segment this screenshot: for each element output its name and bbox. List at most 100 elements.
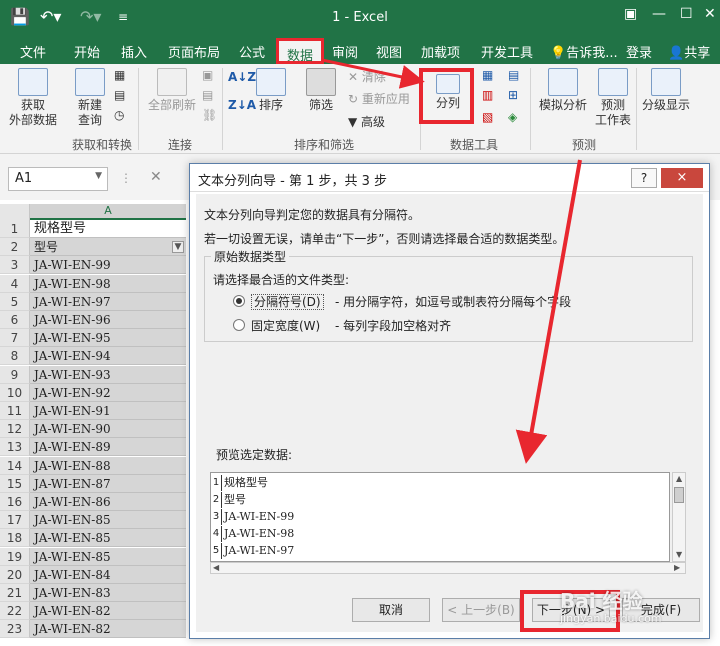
cell-a[interactable]: JA-WI-EN-83 — [30, 584, 186, 602]
cell-a[interactable]: JA-WI-EN-85 — [30, 547, 186, 566]
cell-a[interactable]: JA-WI-EN-95 — [30, 329, 186, 348]
row-number[interactable]: 13 — [0, 438, 30, 457]
row-number[interactable]: 1 — [0, 220, 30, 238]
preview-horizontal-scrollbar[interactable]: ◀ ▶ — [210, 562, 686, 574]
column-header-a[interactable]: A — [30, 204, 186, 220]
preview-vertical-scrollbar[interactable]: ▲ ▼ — [672, 472, 686, 562]
delimited-label[interactable]: 分隔符号(D) — [251, 293, 324, 310]
cell-a[interactable]: JA-WI-EN-85 — [30, 511, 186, 530]
row-number[interactable]: 16 — [0, 493, 30, 511]
row-number[interactable]: 15 — [0, 474, 30, 493]
data-validation-icon[interactable]: ▧ — [482, 110, 493, 124]
tab-view[interactable]: 视图 — [376, 42, 402, 61]
recent-sources-icon[interactable]: ◷ — [114, 108, 124, 122]
manage-data-model-icon[interactable]: ◈ — [508, 110, 517, 124]
ribbon-options-icon[interactable]: ▣ — [624, 6, 637, 22]
close-icon[interactable]: × — [661, 168, 703, 188]
cell-a[interactable]: JA-WI-EN-97 — [30, 292, 186, 311]
tab-home[interactable]: 开始 — [74, 42, 100, 61]
tab-developer[interactable]: 开发工具 — [481, 42, 533, 61]
radio-fixed-width[interactable] — [233, 319, 245, 331]
cell-a[interactable]: JA-WI-EN-94 — [30, 347, 186, 366]
row-number[interactable]: 11 — [0, 402, 30, 420]
row-number[interactable]: 6 — [0, 311, 30, 329]
cell-a[interactable]: JA-WI-EN-90 — [30, 420, 186, 439]
connections-icon[interactable]: ▣ — [202, 68, 213, 82]
x-icon[interactable]: ✕ — [150, 169, 162, 185]
preview-pane[interactable]: 1 规格型号 2 型号 3 JA-WI-EN-99 4 JA-WI-EN-98 5 JA-WI-E… — [210, 472, 670, 562]
fixed-width-label[interactable]: 固定宽度(W) — [251, 317, 320, 334]
outline-button[interactable]: 分级显示 — [638, 68, 694, 113]
tab-file[interactable]: 文件 — [20, 42, 46, 61]
remove-duplicates-icon[interactable]: ▥ — [482, 88, 493, 102]
properties-icon[interactable]: ▤ — [202, 88, 213, 102]
select-all-corner[interactable] — [0, 204, 30, 220]
row-number[interactable]: 18 — [0, 529, 30, 548]
tab-page-layout[interactable]: 页面布局 — [168, 42, 220, 61]
tab-insert[interactable]: 插入 — [121, 42, 147, 61]
row-number[interactable]: 10 — [0, 383, 30, 402]
reapply-button[interactable]: ↻ 重新应用 — [348, 90, 410, 107]
row-number[interactable]: 4 — [0, 274, 30, 293]
row-number[interactable]: 19 — [0, 547, 30, 566]
close-window-icon[interactable]: ✕ — [704, 6, 716, 22]
row-number[interactable]: 20 — [0, 565, 30, 584]
cell-a[interactable]: JA-WI-EN-85 — [30, 529, 186, 548]
clear-filter-button[interactable]: ✕ 清除 — [348, 68, 386, 85]
consolidate-icon[interactable]: ▤ — [508, 68, 519, 82]
new-query-button[interactable]: 新建 查询 — [68, 68, 112, 128]
cell-a[interactable]: JA-WI-EN-92 — [30, 383, 186, 402]
cell-a[interactable]: JA-WI-EN-96 — [30, 311, 186, 329]
scroll-right-icon[interactable]: ▶ — [674, 563, 680, 572]
edit-links-icon[interactable]: ⛓ — [202, 108, 217, 122]
show-queries-icon[interactable]: ▦ — [114, 68, 125, 82]
flash-fill-icon[interactable]: ▦ — [482, 68, 493, 82]
row-number[interactable]: 2 — [0, 238, 30, 257]
row-number[interactable]: 14 — [0, 456, 30, 475]
scroll-left-icon[interactable]: ◀ — [213, 563, 219, 572]
radio-delimited[interactable] — [233, 295, 245, 307]
row-number[interactable]: 5 — [0, 292, 30, 311]
sort-za-icon[interactable]: Z↓A — [228, 98, 256, 112]
cell-a[interactable]: JA-WI-EN-91 — [30, 402, 186, 420]
relationships-icon[interactable]: ⊞ — [508, 88, 518, 102]
name-box[interactable]: A1 ▼ — [8, 167, 108, 191]
cell-a[interactable]: 型号 — [30, 238, 186, 257]
cell-a[interactable]: JA-WI-EN-84 — [30, 565, 186, 584]
row-number[interactable]: 21 — [0, 584, 30, 602]
cell-a[interactable]: JA-WI-EN-87 — [30, 474, 186, 493]
tell-me-box[interactable]: 💡告诉我... — [550, 42, 618, 61]
get-external-data-button[interactable]: 获取 外部数据 — [4, 68, 62, 128]
row-number[interactable]: 22 — [0, 602, 30, 621]
tab-addins[interactable]: 加载项 — [421, 42, 460, 61]
scroll-down-icon[interactable]: ▼ — [676, 550, 682, 559]
sort-button[interactable]: 排序 — [254, 68, 288, 113]
cell-a[interactable]: JA-WI-EN-93 — [30, 365, 186, 384]
cell-a[interactable]: JA-WI-EN-86 — [30, 493, 186, 511]
row-number[interactable]: 7 — [0, 329, 30, 348]
row-number[interactable]: 12 — [0, 420, 30, 439]
login-link[interactable]: 登录 — [626, 42, 652, 61]
sort-az-icon[interactable]: A↓Z — [228, 70, 256, 84]
advanced-filter-button[interactable]: ▼ 高级 — [348, 113, 385, 130]
from-table-icon[interactable]: ▤ — [114, 88, 125, 102]
filter-button[interactable]: 筛选 — [300, 68, 342, 113]
help-icon[interactable]: ? — [631, 168, 657, 188]
cell-a[interactable]: JA-WI-EN-89 — [30, 438, 186, 457]
row-number[interactable]: 9 — [0, 365, 30, 384]
cell-a[interactable]: JA-WI-EN-99 — [30, 256, 186, 275]
cell-a[interactable]: 规格型号 — [30, 220, 186, 238]
tab-formulas[interactable]: 公式 — [239, 42, 265, 61]
chevron-down-icon[interactable]: ▼ — [95, 171, 102, 181]
cell-a[interactable]: JA-WI-EN-98 — [30, 274, 186, 293]
forecast-sheet-button[interactable]: 预测 工作表 — [592, 68, 634, 128]
scroll-thumb[interactable] — [674, 487, 684, 503]
tab-review[interactable]: 审阅 — [332, 42, 358, 61]
row-number[interactable]: 8 — [0, 347, 30, 366]
filter-dropdown-icon[interactable]: ▼ — [172, 241, 184, 254]
cancel-button[interactable]: 取消 — [352, 598, 430, 622]
tab-data[interactable]: 数据 — [276, 38, 325, 64]
back-button[interactable]: < 上一步(B) — [442, 598, 520, 622]
cell-a[interactable]: JA-WI-EN-82 — [30, 620, 186, 639]
row-number[interactable]: 17 — [0, 511, 30, 530]
